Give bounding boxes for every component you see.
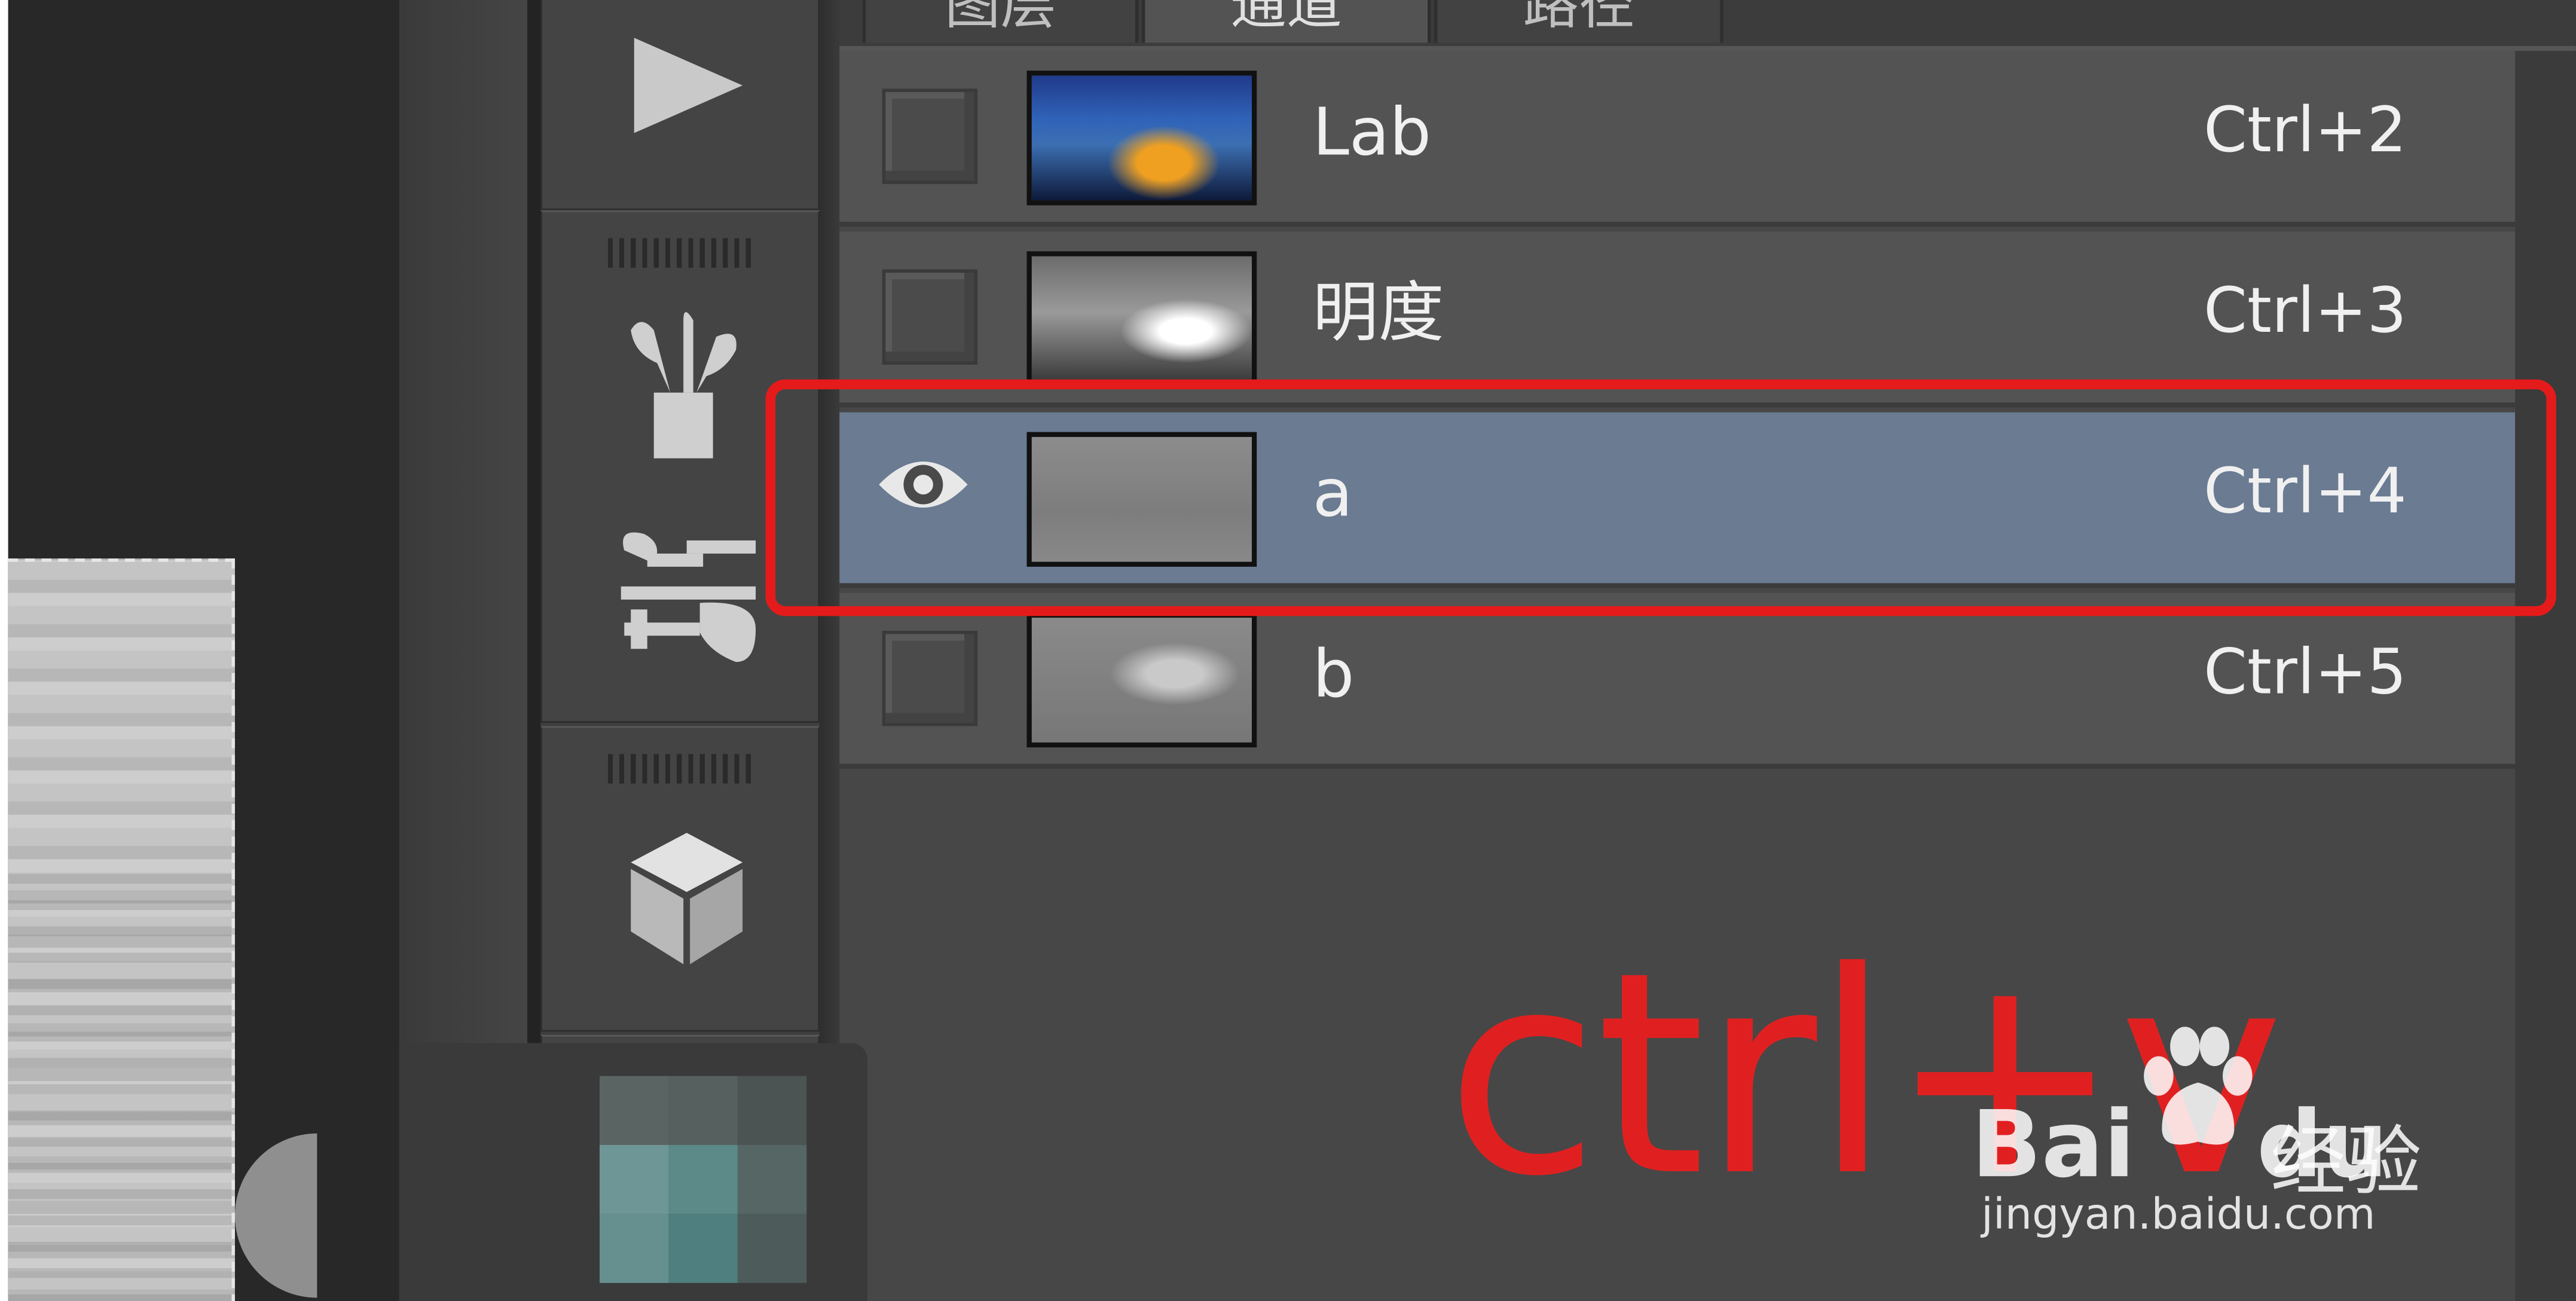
- channel-thumbnail: [1026, 71, 1257, 206]
- visibility-toggle[interactable]: [882, 631, 978, 726]
- baidu-watermark: Bai du 经验 jingyan.baidu.com: [1972, 1027, 2464, 1257]
- channel-name: Lab: [1312, 95, 1432, 171]
- mosaic-cell: [737, 1076, 807, 1146]
- canvas-selection-image[interactable]: [8, 558, 235, 1301]
- panel-scroll-area[interactable]: [2515, 51, 2576, 1301]
- channel-shortcut: Ctrl+3: [2204, 274, 2407, 347]
- tab-channels[interactable]: 通道: [1141, 0, 1431, 43]
- channel-name: 明度: [1312, 276, 1444, 352]
- grip-handle[interactable]: [607, 754, 753, 784]
- panel-tabs: 图层 通道 路径: [839, 0, 2576, 51]
- document-canvas[interactable]: [8, 0, 399, 1301]
- dock-group-3d: [540, 726, 820, 1032]
- visibility-toggle[interactable]: [882, 88, 978, 184]
- brush-presets-icon[interactable]: [615, 527, 762, 665]
- tab-layers[interactable]: 图层: [862, 0, 1139, 43]
- visibility-toggle[interactable]: [882, 269, 978, 365]
- play-icon[interactable]: [628, 35, 749, 136]
- mosaic-cell: [600, 1145, 669, 1214]
- 3d-cube-icon[interactable]: [628, 826, 746, 967]
- highlight-frame: [765, 379, 2556, 616]
- mosaic-cell: [737, 1214, 807, 1283]
- screenshot-border: [0, 0, 8, 1301]
- app-window: 图层 通道 路径 Lab Ctrl+2 明度 Ctrl+3 a Ctrl+4 b…: [0, 0, 2576, 1301]
- channel-name: b: [1312, 637, 1355, 713]
- channel-shortcut: Ctrl+2: [2204, 93, 2407, 166]
- mosaic-cell: [737, 1145, 807, 1214]
- watermark-url: jingyan.baidu.com: [1981, 1190, 2376, 1241]
- channel-row-lab[interactable]: Lab Ctrl+2: [839, 51, 2516, 227]
- canvas-shape: [234, 1133, 317, 1298]
- mosaic-cell: [668, 1145, 738, 1214]
- mosaic-cell: [668, 1076, 738, 1146]
- mosaic-cell: [668, 1214, 738, 1283]
- channel-thumbnail: [1026, 612, 1257, 748]
- mosaic-cell: [600, 1076, 669, 1146]
- channel-shortcut: Ctrl+5: [2204, 636, 2407, 708]
- grip-handle[interactable]: [607, 238, 753, 268]
- channel-row-b[interactable]: b Ctrl+5: [839, 593, 2516, 769]
- tab-paths[interactable]: 路径: [1434, 0, 1724, 43]
- pixelated-region: [399, 1043, 867, 1301]
- dock-group-actions: [540, 0, 820, 210]
- channel-thumbnail: [1026, 251, 1257, 386]
- mosaic-cell: [600, 1214, 669, 1283]
- brush-set-icon[interactable]: [621, 307, 746, 462]
